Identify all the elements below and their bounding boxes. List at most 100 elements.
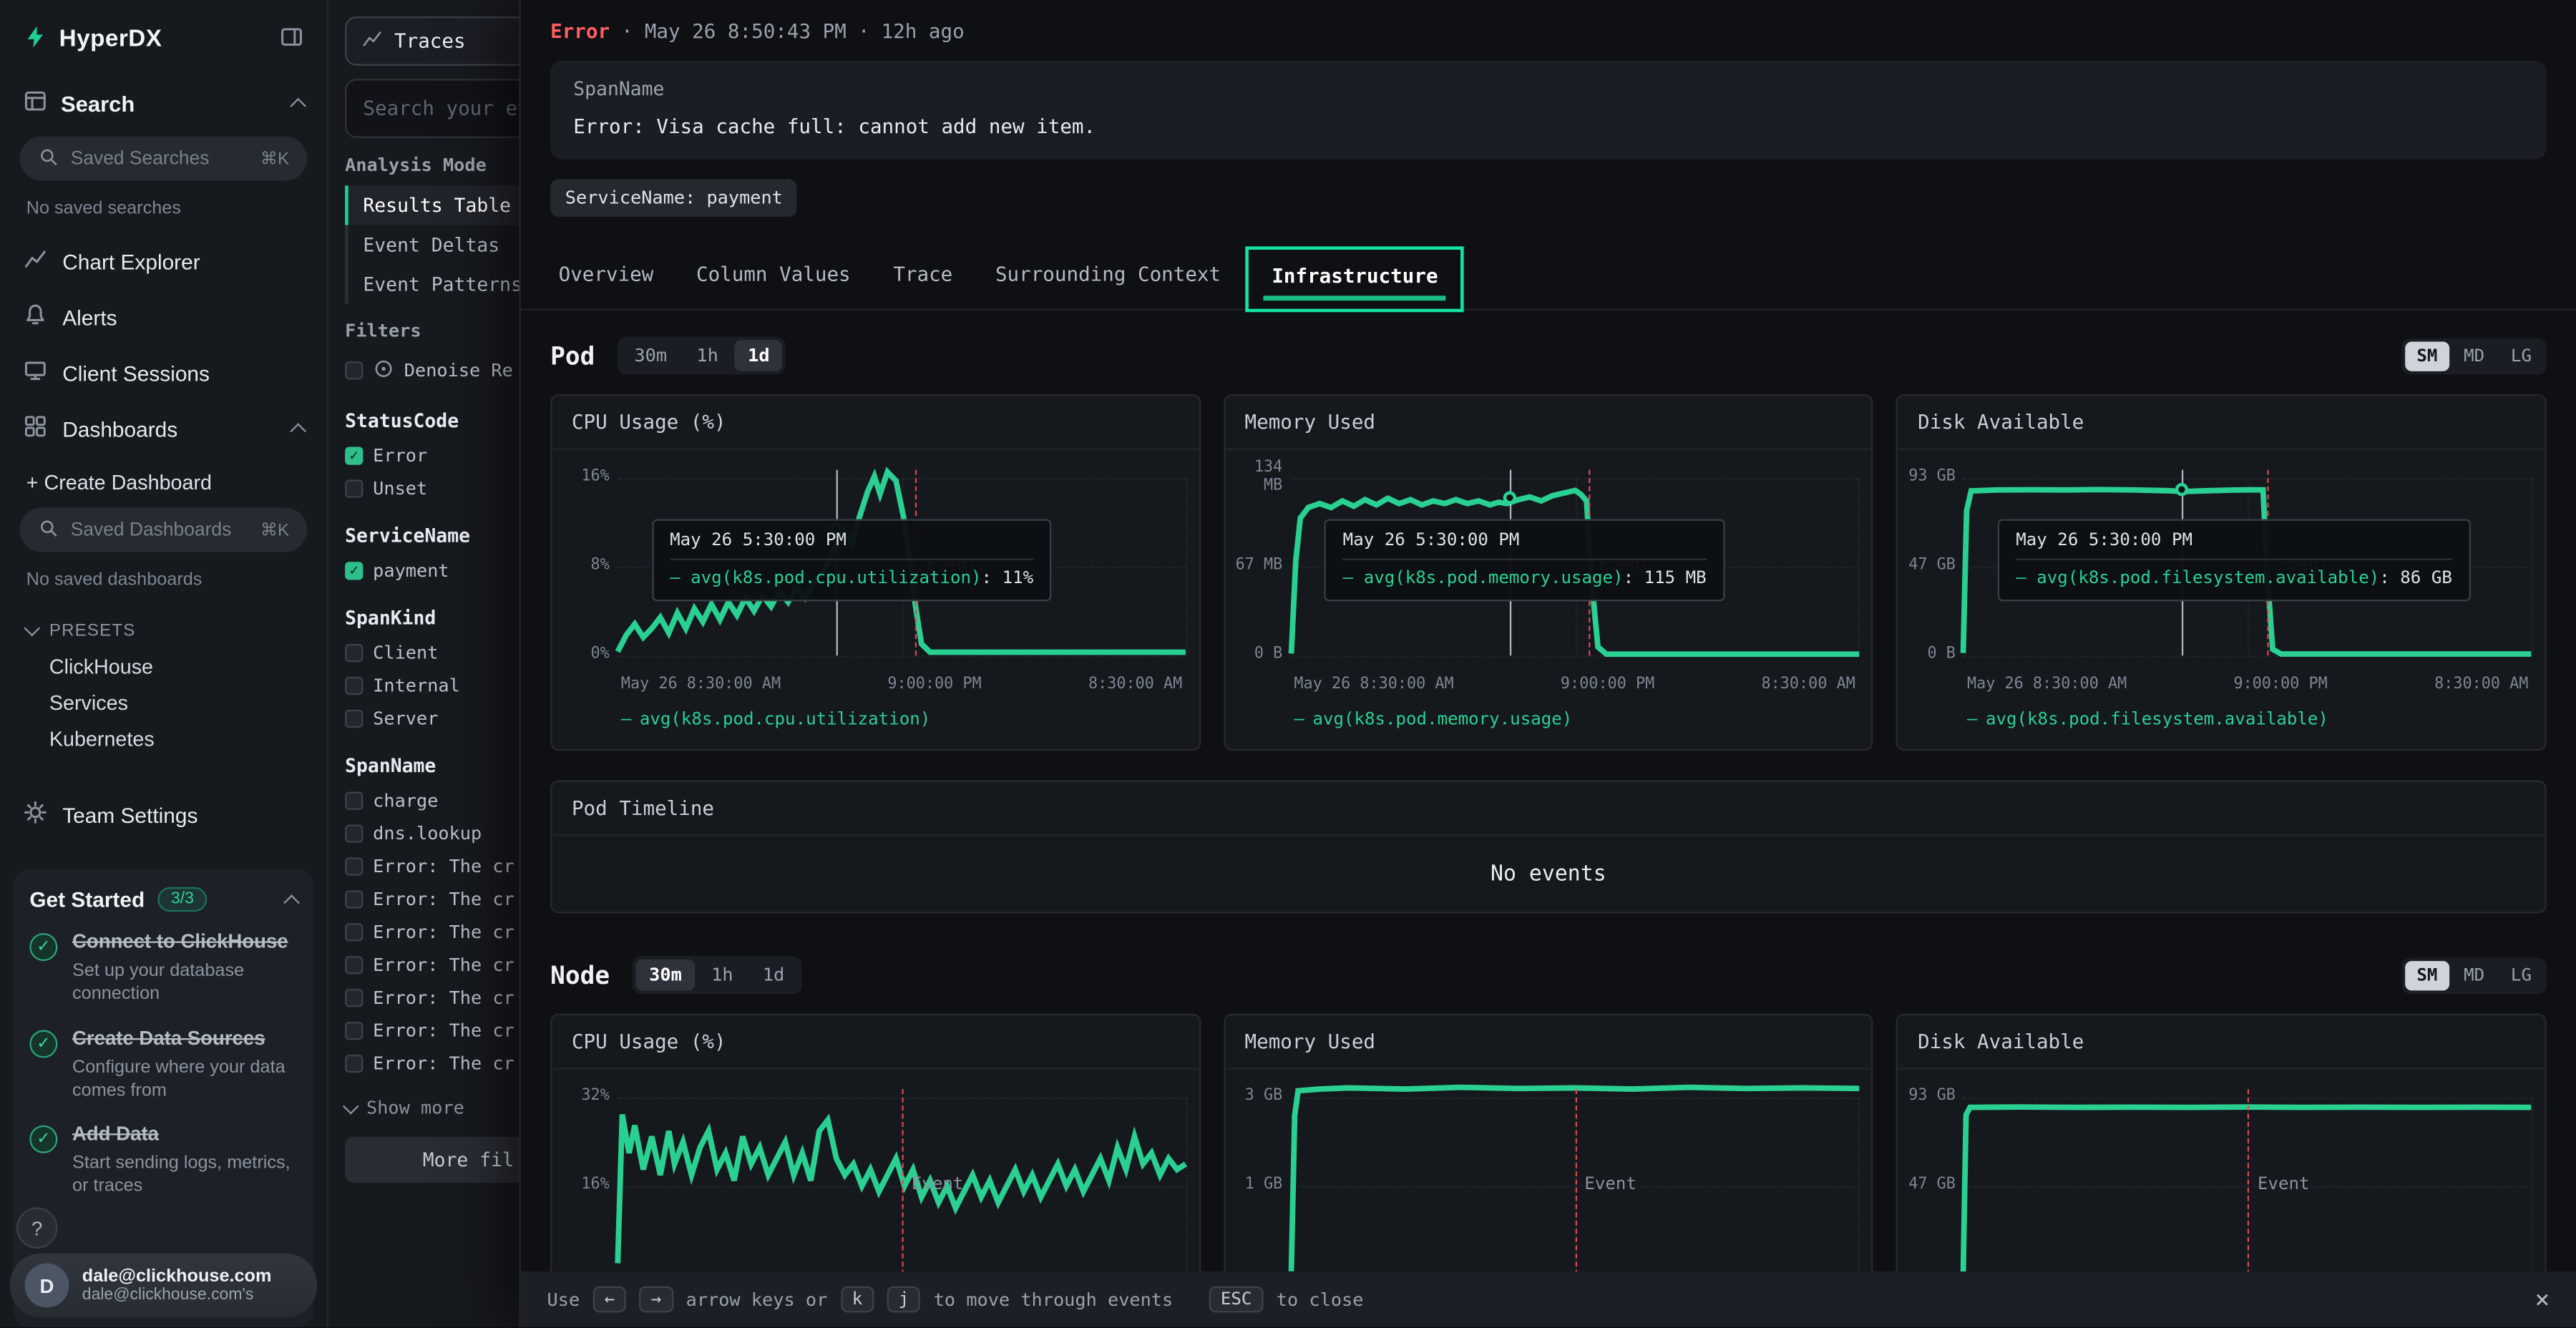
node-section-header: Node30m1h1dSMMDLG xyxy=(521,914,2576,1014)
filter-option-dns-lookup[interactable]: dns.lookup xyxy=(328,816,519,849)
monitor-icon xyxy=(23,358,47,388)
span-summary-box: SpanName Error: Visa cache full: cannot … xyxy=(550,61,2547,160)
avatar: D xyxy=(24,1264,69,1308)
show-more-button[interactable]: Show more xyxy=(345,1098,519,1119)
filter-option-error-the-cr[interactable]: Error: The cr xyxy=(328,981,519,1014)
help-button[interactable]: ? xyxy=(16,1207,57,1248)
preset-services[interactable]: Services xyxy=(0,685,327,721)
section-title-pod: Pod xyxy=(550,341,595,370)
preset-clickhouse[interactable]: ClickHouse xyxy=(0,649,327,685)
search-icon xyxy=(38,145,59,172)
size-node-md[interactable]: MD xyxy=(2452,960,2496,990)
filter-option-error-the-cr[interactable]: Error: The cr xyxy=(328,915,519,948)
tab-overview[interactable]: Overview xyxy=(537,240,675,306)
tab-infrastructure[interactable]: Infrastructure xyxy=(1249,249,1461,308)
chart-legend: —avg(k8s.pod.filesystem.available) xyxy=(1898,693,2545,749)
filter-option-error-the-cr[interactable]: Error: The cr xyxy=(328,948,519,981)
close-icon[interactable]: × xyxy=(2535,1284,2550,1314)
service-name-chip[interactable]: ServiceName: payment xyxy=(550,179,797,217)
filter-option-payment[interactable]: ✓payment xyxy=(328,554,519,587)
checkbox-icon xyxy=(345,479,363,497)
chart-plot-area[interactable]: Event xyxy=(1291,1086,1859,1271)
filter-option-unset[interactable]: Unset xyxy=(328,472,519,504)
key-arrow-right: → xyxy=(640,1286,673,1313)
checkbox-icon xyxy=(345,676,363,694)
sidebar-item-team-settings[interactable]: Team Settings xyxy=(0,787,327,843)
saved-searches-input[interactable]: Saved Searches ⌘K xyxy=(20,137,308,181)
tab-surrounding-context[interactable]: Surrounding Context xyxy=(974,240,1242,306)
size-node-sm[interactable]: SM xyxy=(2405,960,2449,990)
filter-option-client[interactable]: Client xyxy=(328,636,519,669)
user-org: dale@clickhouse.com's xyxy=(82,1286,272,1304)
filter-option-error-the-cr[interactable]: Error: The cr xyxy=(328,849,519,882)
get-started-step-create-data-sources[interactable]: ✓Create Data SourcesConfigure where your… xyxy=(29,1026,297,1103)
size-pod-lg[interactable]: LG xyxy=(2499,341,2543,370)
search-section-header[interactable]: Search xyxy=(0,74,327,133)
analysis-mode-event-deltas[interactable]: Event Deltas xyxy=(345,225,519,265)
chart-plot-area[interactable]: Event xyxy=(618,1086,1186,1271)
chart-plot-area[interactable]: Event xyxy=(1963,1086,2532,1271)
chart-card-pod-memory-used: Memory Used134 MB67 MB0 BEventMay 26 5:3… xyxy=(1224,394,1873,751)
hover-point xyxy=(1503,490,1516,503)
size-pod-md[interactable]: MD xyxy=(2452,341,2496,370)
chart-title: Memory Used xyxy=(1225,396,1872,450)
chart-plot-area[interactable]: EventMay 26 5:30:00 PM— avg(k8s.pod.file… xyxy=(1963,467,2532,667)
severity-label: Error xyxy=(550,20,610,43)
preset-kubernetes[interactable]: Kubernetes xyxy=(0,721,327,758)
event-age: 12h ago xyxy=(882,20,965,43)
get-started-steps: ✓Connect to ClickHouseSet up your databa… xyxy=(29,929,297,1198)
range-pod-1d[interactable]: 1d xyxy=(735,340,783,371)
analysis-mode-results-table[interactable]: Results Table xyxy=(345,185,519,225)
user-menu[interactable]: D dale@clickhouse.com dale@clickhouse.co… xyxy=(10,1254,317,1318)
range-pod-1h[interactable]: 1h xyxy=(683,340,731,371)
presets-header[interactable]: PRESETS xyxy=(0,605,327,649)
no-saved-dashboards-text: No saved dashboards xyxy=(0,559,327,605)
key-k: k xyxy=(841,1286,874,1313)
chart-size-group-pod: SMMDLG xyxy=(2402,338,2547,374)
sidebar-item-dashboards[interactable]: Dashboards xyxy=(0,401,327,456)
key-j: j xyxy=(887,1286,921,1313)
chart-tooltip: May 26 5:30:00 PM— avg(k8s.pod.cpu.utili… xyxy=(652,519,1052,601)
get-started-step-add-data[interactable]: ✓Add DataStart sending logs, metrics, or… xyxy=(29,1123,297,1199)
filter-option-error[interactable]: ✓Error xyxy=(328,439,519,472)
sidebar-item-client-sessions[interactable]: Client Sessions xyxy=(0,345,327,401)
chart-card-node-memory-used: Memory Used3 GB1 GBEvent xyxy=(1224,1014,1873,1271)
chart-card-node-disk-available: Disk Available93 GB47 GBEvent xyxy=(1896,1014,2546,1271)
filter-option-charge[interactable]: charge xyxy=(328,783,519,816)
more-filters-button[interactable]: More fil xyxy=(345,1137,519,1183)
analysis-mode-event-patterns[interactable]: Event Patterns xyxy=(345,265,519,304)
collapse-sidebar-icon[interactable] xyxy=(279,24,303,54)
tab-trace[interactable]: Trace xyxy=(872,240,974,306)
saved-dashboards-input[interactable]: Saved Dashboards ⌘K xyxy=(20,507,308,552)
sidebar-item-chart-explorer[interactable]: Chart Explorer xyxy=(0,233,327,289)
create-dashboard-button[interactable]: + Create Dashboard xyxy=(0,456,327,504)
get-started-step-connect-to-clickhouse[interactable]: ✓Connect to ClickHouseSet up your databa… xyxy=(29,929,297,1006)
filter-group-statuscode: StatusCode xyxy=(345,409,519,432)
filter-option-internal[interactable]: Internal xyxy=(328,668,519,701)
span-name-label: SpanName xyxy=(573,77,2523,100)
denoise-results-toggle[interactable]: Denoise Re xyxy=(328,351,519,389)
sidebar-item-alerts[interactable]: Alerts xyxy=(0,289,327,345)
get-started-header[interactable]: Get Started 3/3 xyxy=(29,887,297,912)
range-pod-30m[interactable]: 30m xyxy=(621,340,680,371)
range-node-1d[interactable]: 1d xyxy=(750,960,798,991)
source-selector[interactable]: Traces xyxy=(345,16,519,66)
range-node-1h[interactable]: 1h xyxy=(698,960,746,991)
size-pod-sm[interactable]: SM xyxy=(2405,341,2449,370)
event-search-input[interactable]: Search your ev xyxy=(345,79,519,138)
filter-option-error-the-cr[interactable]: Error: The cr xyxy=(328,882,519,915)
hyperdx-logo-icon xyxy=(23,24,47,54)
chart-plot-area[interactable]: EventMay 26 5:30:00 PM— avg(k8s.pod.cpu.… xyxy=(618,467,1186,667)
filter-option-server[interactable]: Server xyxy=(328,701,519,734)
node-charts-row: CPU Usage (%)32%16%EventMemory Used3 GB1… xyxy=(521,1014,2576,1271)
search-controls-panel: Traces Search your ev Analysis Mode Resu… xyxy=(328,0,519,1327)
filter-option-error-the-cr[interactable]: Error: The cr xyxy=(328,1046,519,1079)
chart-plot-area[interactable]: EventMay 26 5:30:00 PM— avg(k8s.pod.memo… xyxy=(1291,467,1859,667)
range-node-30m[interactable]: 30m xyxy=(636,960,695,991)
size-node-lg[interactable]: LG xyxy=(2499,960,2543,990)
time-range-group-pod: 30m1h1d xyxy=(618,337,786,375)
tab-column-values[interactable]: Column Values xyxy=(675,240,872,306)
filters-label: Filters xyxy=(345,321,519,342)
filter-option-error-the-cr[interactable]: Error: The cr xyxy=(328,1014,519,1047)
checkbox-checked-icon: ✓ xyxy=(345,446,363,464)
